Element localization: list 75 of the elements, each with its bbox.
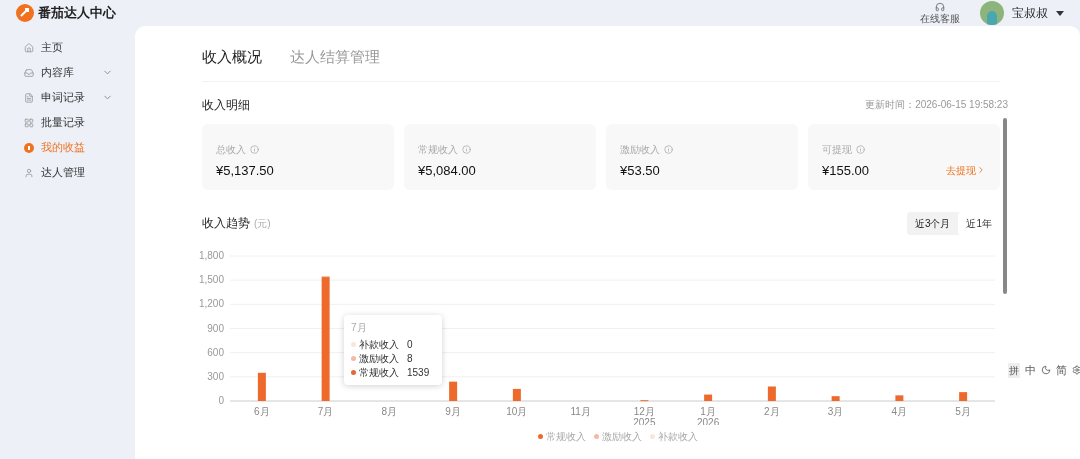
coin-icon [24,142,34,153]
stat-label: 常规收入 [418,142,458,157]
tooltip-label: 激励收入 [359,352,399,366]
axis-label: 10月 [506,405,528,417]
info-icon [664,144,673,154]
tab[interactable]: 收入概况 [202,46,262,69]
tray-icon [24,67,34,78]
bar [895,394,904,401]
headset-icon [935,2,945,12]
stat-label: 激励收入 [620,142,660,157]
bar [449,381,458,401]
axis-label: 1,200 [198,297,224,309]
bar [512,388,521,401]
section-title: 收入趋势 [202,215,250,232]
tooltip-label: 常规收入 [359,366,399,380]
ime-script[interactable]: 简 [1056,362,1067,379]
bar [257,372,266,401]
sidebar-item[interactable]: 主页 [0,35,135,60]
ime-mode[interactable]: 拼 [1008,362,1020,378]
stat-value: ¥155.00 [822,161,869,180]
axis-label: 1,500 [198,273,224,285]
tooltip-label: 补款收入 [359,338,399,352]
avatar[interactable] [980,1,1004,25]
tooltip-title: 7月 [351,320,368,335]
document-icon [24,92,34,103]
sidebar-item[interactable]: 申词记录 [0,85,135,110]
axis-label: 8月 [381,405,398,417]
bar [767,386,776,401]
axis-label: 0 [218,394,224,406]
stat-label: 总收入 [216,142,246,157]
axis-label: 11月 [570,405,591,417]
info-icon [462,144,471,154]
sidebar-item[interactable]: 内容库 [0,60,135,85]
axis-label: 9月 [445,405,461,417]
chevron-icon [976,165,986,176]
person-icon [24,167,34,178]
sidebar-item[interactable]: 批量记录 [0,110,135,135]
tooltip-value: 0 [407,338,413,352]
axis-label: 6月 [254,405,270,417]
axis-label: 600 [207,346,224,358]
caret-icon[interactable] [1056,10,1064,16]
unit-label: (元) [254,216,271,231]
grid-icon [24,117,34,128]
bar [831,395,840,401]
home-icon [24,42,34,53]
update-time: 更新时间：2026-06-15 19:58:23 [865,98,1008,112]
axis-label: 300 [207,370,224,382]
axis-label: 3月 [827,405,844,417]
info-icon [856,144,865,154]
axis-label: 7月 [317,405,334,417]
axis-label: 1,800 [198,249,224,261]
stat-label: 可提现 [822,142,852,157]
axis-label: 2月 [764,405,780,417]
sidebar-item[interactable]: 达人管理 [0,160,135,185]
scrollbar[interactable] [1003,118,1007,294]
info-icon [250,144,259,154]
logo-icon [16,4,34,22]
range-toggle[interactable]: 近1年 [958,211,1000,235]
stat-value: ¥5,137.50 [216,161,274,180]
tooltip-value: 8 [407,352,413,366]
stat-value: ¥53.50 [620,161,660,180]
bar [704,394,713,401]
bar [959,391,968,401]
axis-label: 4月 [891,405,908,417]
logo-text: 番茄达人中心 [38,4,116,23]
support-button[interactable]: 在线客服 [920,2,960,24]
ime-language[interactable]: 中 [1025,362,1036,379]
user-name[interactable]: 宝叔叔 [1012,4,1048,22]
axis-label: 5月 [955,405,971,417]
stat-value: ¥5,084.00 [418,161,476,180]
section-title: 收入明细 [202,96,250,114]
moon-icon [1041,365,1051,376]
settings-icon [1072,365,1080,376]
tooltip-value: 1539 [407,366,430,380]
axis-label: 900 [207,322,224,333]
